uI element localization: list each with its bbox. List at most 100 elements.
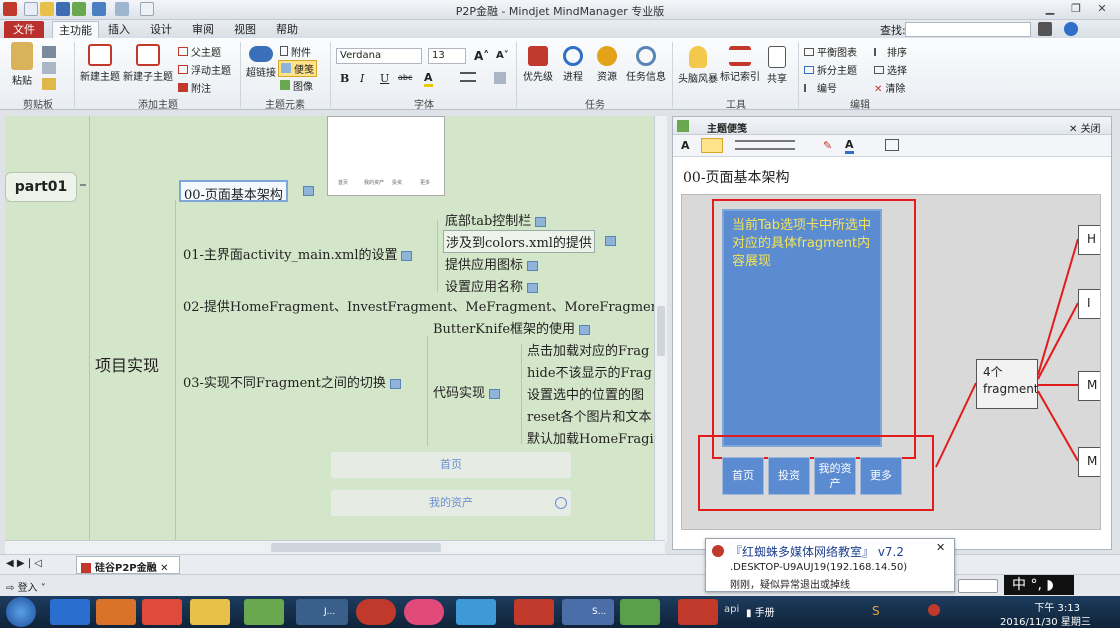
highlight-icon[interactable]: ✎ (823, 139, 832, 152)
strikethrough-button[interactable]: abc (398, 73, 412, 82)
note-icon[interactable] (401, 250, 413, 261)
markers-button[interactable]: 标记索引 (720, 46, 760, 83)
font-icon[interactable]: A (681, 139, 690, 152)
grow-font-icon[interactable]: A˄ (474, 49, 489, 63)
tab-home[interactable]: 主功能 (52, 21, 99, 38)
code-step[interactable]: reset各个图片和文本 (527, 406, 652, 425)
mind-map-canvas[interactable]: part01 首页 我的资产 投资 更多 00-页面基本架构 01-主界面act… (5, 116, 664, 542)
code-step[interactable]: hide不该显示的Frag (527, 362, 652, 381)
balance-map-button[interactable]: 平衡图表 (804, 44, 857, 59)
taskbar-java-app[interactable]: J... (296, 599, 348, 625)
topic-01-activity-main[interactable]: 01-主界面activity_main.xml的设置 (183, 244, 413, 263)
priority-button[interactable]: 优先级 (520, 46, 556, 83)
tab-help[interactable]: 帮助 (270, 21, 304, 38)
mindmanager-icon[interactable] (514, 599, 554, 625)
floating-topic-button[interactable]: 浮动主题 (178, 62, 231, 77)
taskbar-app-icon[interactable] (620, 599, 660, 625)
align-icon[interactable] (460, 72, 476, 82)
taskbar-app-icon[interactable] (96, 599, 136, 625)
tab-insert[interactable]: 插入 (102, 21, 136, 38)
embedded-home-item[interactable]: 首页 (331, 452, 571, 478)
tab-view[interactable]: 视图 (228, 21, 262, 38)
note-icon[interactable] (303, 186, 314, 196)
table-icon[interactable] (885, 139, 899, 151)
topic-app-icon[interactable]: 提供应用图标 (445, 254, 539, 273)
ime-indicator[interactable]: 中 °, ◗ (1004, 575, 1074, 595)
taskbar-app-icon[interactable] (678, 599, 718, 625)
folder-icon[interactable] (190, 599, 230, 625)
scroll-thumb[interactable] (271, 543, 441, 552)
main-topic-part01[interactable]: part01 (5, 172, 77, 202)
code-step[interactable]: 点击加载对应的Frag (527, 340, 649, 359)
italic-button[interactable]: I (360, 72, 364, 85)
collapse-icon[interactable] (80, 184, 86, 186)
brainstorm-button[interactable]: 头脑风暴 (676, 46, 720, 85)
hyperlink-button[interactable]: 超链接 (244, 46, 278, 79)
chrome-icon[interactable] (142, 599, 182, 625)
taskbar-app-icon[interactable] (50, 599, 90, 625)
format-painter-icon[interactable] (42, 78, 56, 90)
new-subtopic-button[interactable]: 新建子主题 (122, 44, 174, 83)
list-icons[interactable] (735, 140, 795, 150)
share-button[interactable]: 共享 (762, 46, 792, 85)
note-icon[interactable] (579, 324, 591, 335)
shrink-font-icon[interactable]: A˅ (496, 50, 509, 61)
split-topic-button[interactable]: 拆分主题 (804, 62, 857, 77)
underline-button[interactable]: U (380, 72, 389, 85)
nav-arrows[interactable]: ◀ ▶ | ◁ (6, 558, 42, 569)
android-studio-icon[interactable] (244, 599, 284, 625)
map-vertical-scrollbar[interactable] (654, 116, 667, 542)
topic-tab-bar[interactable]: 底部tab控制栏 (445, 210, 547, 229)
topic-03-switch-fragment[interactable]: 03-实现不同Fragment之间的切换 (183, 372, 401, 391)
new-topic-button[interactable]: 新建主题 (78, 44, 122, 83)
start-button[interactable] (6, 597, 36, 627)
taskbar-app-icon[interactable] (456, 599, 496, 625)
tab-design[interactable]: 设计 (144, 21, 178, 38)
clear-button[interactable]: ✕ 清除 (874, 80, 905, 95)
tray-icon[interactable]: S (872, 604, 880, 618)
tray-folder[interactable]: ▮ 手册 (746, 604, 775, 619)
note-icon[interactable] (389, 378, 401, 389)
topic-butterknife[interactable]: ButterKnife框架的使用 (433, 318, 591, 337)
login-button[interactable]: ⇨ 登入 ˅ (6, 579, 46, 594)
sort-button[interactable]: 排序 (874, 44, 907, 59)
note-icon[interactable] (527, 282, 539, 293)
task-info-button[interactable]: 任务信息 (624, 46, 668, 83)
topic-00-page-structure[interactable]: 00-页面基本架构 (179, 180, 288, 203)
resource-button[interactable]: 资源 (592, 46, 622, 83)
central-topic[interactable]: 项目实现 (95, 352, 159, 376)
zoom-slider[interactable] (958, 579, 998, 593)
popup-close-button[interactable]: ✕ (936, 541, 945, 554)
gear-icon[interactable] (1038, 22, 1052, 36)
note-icon[interactable] (535, 216, 547, 227)
scroll-thumb[interactable] (657, 306, 665, 356)
code-step[interactable]: 默认加载HomeFragi (527, 428, 654, 447)
text-color-icon[interactable]: A (845, 138, 854, 154)
note-icon[interactable] (605, 236, 616, 246)
topic-02-fragments[interactable]: 02-提供HomeFragment、InvestFragment、MeFragm… (183, 296, 659, 315)
attachment-button[interactable]: 附件 (280, 44, 311, 59)
align-left-icon[interactable] (701, 138, 723, 153)
cut-icon[interactable] (42, 46, 56, 58)
code-step[interactable]: 设置选中的位置的图 (527, 384, 644, 403)
help-circle-icon[interactable] (1064, 22, 1078, 36)
progress-button[interactable]: 进程 (558, 46, 588, 83)
font-family-select[interactable]: Verdana (336, 48, 422, 64)
taskbar-app-icon[interactable] (356, 599, 396, 625)
topic-code-impl[interactable]: 代码实现 (433, 382, 501, 401)
select-button[interactable]: 选择 (874, 62, 907, 77)
note-icon[interactable] (527, 260, 539, 271)
image-button[interactable]: 图像 (280, 78, 313, 93)
parent-topic-button[interactable]: 父主题 (178, 44, 221, 59)
close-notes-button[interactable]: ✕ 关闭 (1069, 120, 1101, 135)
tab-review[interactable]: 审阅 (186, 21, 220, 38)
topic-image-thumbnail[interactable]: 首页 我的资产 投资 更多 (327, 116, 445, 196)
numbering-button[interactable]: 编号 (804, 80, 837, 95)
note-icon[interactable] (489, 388, 501, 399)
map-horizontal-scrollbar[interactable] (5, 540, 665, 554)
search-input[interactable] (905, 22, 1031, 37)
clock-time[interactable]: 下午 3:13 (1010, 599, 1080, 614)
tray-warning-icon[interactable] (928, 604, 940, 616)
paste-button[interactable]: 粘贴 (6, 42, 38, 87)
minimize-button[interactable]: ▁ (1040, 2, 1060, 17)
